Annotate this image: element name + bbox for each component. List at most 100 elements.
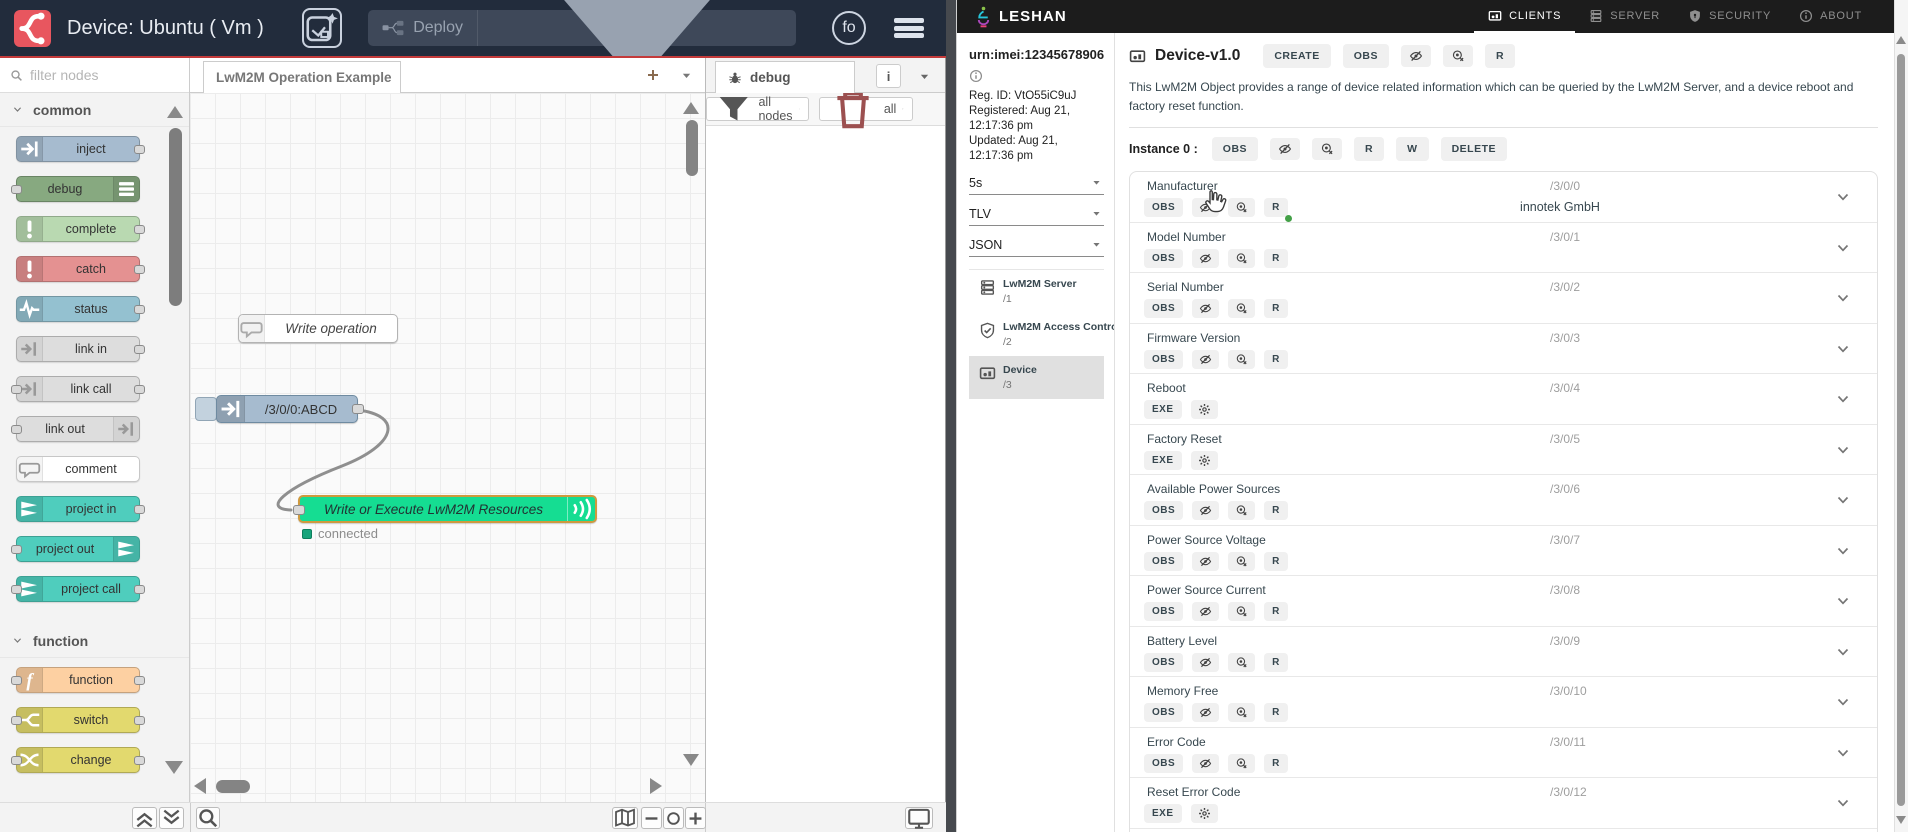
node-port[interactable] [134, 145, 145, 154]
input-port[interactable] [293, 505, 305, 515]
info-icon[interactable] [969, 69, 983, 83]
node-port[interactable] [11, 585, 22, 594]
node-port[interactable] [134, 716, 145, 725]
chevron-down-icon[interactable] [1835, 593, 1851, 609]
palette-node-project-in[interactable]: project in [16, 496, 145, 522]
palette-node-project-out[interactable]: project out [11, 536, 140, 562]
gear-button[interactable] [1190, 400, 1218, 419]
user-avatar[interactable]: fo [832, 11, 866, 45]
eye-off-button[interactable] [1192, 248, 1220, 268]
r-button[interactable]: R [1264, 703, 1288, 722]
palette-node-link-call[interactable]: link call [11, 376, 145, 402]
sidebar-options-caret[interactable] [918, 70, 931, 83]
canvas-scroll-right-arrow[interactable] [650, 778, 662, 794]
inject-node[interactable]: /3/0/0:ABCD [216, 395, 364, 423]
eye-off-button[interactable] [1192, 349, 1220, 369]
search-flows-button[interactable] [196, 807, 220, 829]
node-port[interactable] [134, 585, 145, 594]
palette-node-inject[interactable]: inject [16, 136, 145, 162]
node-port[interactable] [134, 756, 145, 765]
nav-server[interactable]: SERVER [1575, 0, 1674, 33]
obs-button[interactable]: OBS [1144, 299, 1184, 318]
node-port[interactable] [11, 676, 22, 685]
tab-lwm2m-operation-example[interactable]: LwM2M Operation Example [203, 61, 401, 93]
action-r[interactable]: R [1354, 137, 1385, 161]
r-button[interactable]: R [1264, 248, 1288, 268]
obs-button[interactable]: OBS [1144, 248, 1184, 268]
obs-button[interactable]: OBS [1144, 703, 1184, 722]
palette-expand-all-button[interactable] [159, 807, 184, 829]
action-delete[interactable]: DELETE [1440, 137, 1507, 161]
node-port[interactable] [11, 545, 22, 554]
action-w[interactable]: W [1396, 137, 1429, 161]
canvas-horizontal-scrollbar[interactable] [216, 780, 250, 793]
node-port[interactable] [134, 305, 145, 314]
palette-scroll-up-arrow[interactable] [167, 106, 183, 118]
observe-cancel-button[interactable] [1228, 248, 1256, 268]
eye-off-button[interactable] [1192, 652, 1220, 672]
select-5s[interactable]: 5s [969, 171, 1104, 195]
observe-cancel-button[interactable] [1228, 198, 1256, 217]
palette-scrollbar[interactable] [169, 128, 182, 306]
scrollbar-thumb[interactable] [1897, 54, 1905, 806]
palette-node-complete[interactable]: complete [16, 216, 145, 242]
palette-node-project-call[interactable]: project call [11, 576, 145, 602]
sidebar-object-device-button[interactable]: Device /3 [969, 356, 1104, 399]
r-button[interactable]: R [1264, 753, 1288, 773]
eye-off-button[interactable] [1192, 703, 1220, 722]
observe-cancel-button[interactable] [1228, 349, 1256, 369]
deploy-button[interactable]: Deploy [368, 0, 796, 85]
gear-button[interactable] [1190, 804, 1218, 823]
r-button[interactable]: R [1264, 602, 1288, 621]
canvas-scroll-up-arrow[interactable] [683, 102, 699, 114]
action-observe-cancel-button[interactable] [1442, 45, 1473, 67]
r-button[interactable]: R [1264, 198, 1292, 222]
tab-debug[interactable]: debug [715, 61, 855, 93]
observe-cancel-button[interactable] [1228, 652, 1256, 672]
palette-scroll-down-arrow[interactable] [165, 761, 183, 774]
chevron-down-icon[interactable] [1835, 290, 1851, 306]
open-debug-window-button[interactable] [905, 807, 933, 829]
action-eye-off-button[interactable] [1400, 45, 1431, 67]
node-port[interactable] [134, 385, 145, 394]
palette-node-function[interactable]: f function [11, 667, 145, 693]
chevron-down-icon[interactable] [1835, 189, 1851, 205]
r-button[interactable]: R [1264, 299, 1288, 318]
node-port[interactable] [11, 425, 22, 434]
palette-node-link-out[interactable]: link out [11, 416, 140, 442]
window-divider[interactable] [946, 0, 956, 832]
scroll-up-arrow[interactable] [1896, 36, 1906, 44]
observe-cancel-button[interactable] [1228, 602, 1256, 621]
node-port[interactable] [11, 756, 22, 765]
page-scrollbar[interactable] [1894, 0, 1908, 832]
chevron-down-icon[interactable] [1835, 492, 1851, 508]
observe-cancel-button[interactable] [1228, 551, 1256, 571]
node-port[interactable] [134, 676, 145, 685]
flow-canvas[interactable]: Write operation /3/0/0:ABCD Write or Exe… [190, 93, 705, 802]
palette-category-common[interactable]: common [0, 93, 189, 127]
obs-button[interactable]: OBS [1144, 198, 1184, 217]
action-obs[interactable]: OBS [1342, 44, 1389, 68]
chevron-down-icon[interactable] [1835, 341, 1851, 357]
action-obs[interactable]: OBS [1211, 137, 1259, 161]
obs-button[interactable]: OBS [1144, 501, 1184, 520]
palette-node-link-in[interactable]: link in [16, 336, 145, 362]
sidebar-info-button[interactable]: i [876, 64, 901, 88]
obs-button[interactable]: OBS [1144, 753, 1184, 773]
obs-button[interactable]: OBS [1144, 551, 1184, 571]
canvas-scroll-left-arrow[interactable] [194, 778, 206, 794]
select-json[interactable]: JSON [969, 233, 1104, 257]
chevron-down-icon[interactable] [1835, 543, 1851, 559]
observe-cancel-button[interactable] [1228, 703, 1256, 722]
palette-collapse-all-button[interactable] [132, 807, 157, 829]
debug-clear-button[interactable]: all [818, 91, 913, 129]
chevron-down-icon[interactable] [1835, 644, 1851, 660]
sidebar-object-server-button[interactable]: LwM2M Server /1 [969, 270, 1104, 313]
r-button[interactable]: R [1264, 501, 1288, 520]
node-port[interactable] [11, 385, 22, 394]
filter-nodes-input[interactable] [30, 67, 160, 83]
action-r[interactable]: R [1484, 44, 1516, 68]
observe-cancel-button[interactable] [1228, 501, 1256, 520]
exe-button[interactable]: EXE [1144, 400, 1182, 419]
observe-cancel-button[interactable] [1228, 753, 1256, 773]
